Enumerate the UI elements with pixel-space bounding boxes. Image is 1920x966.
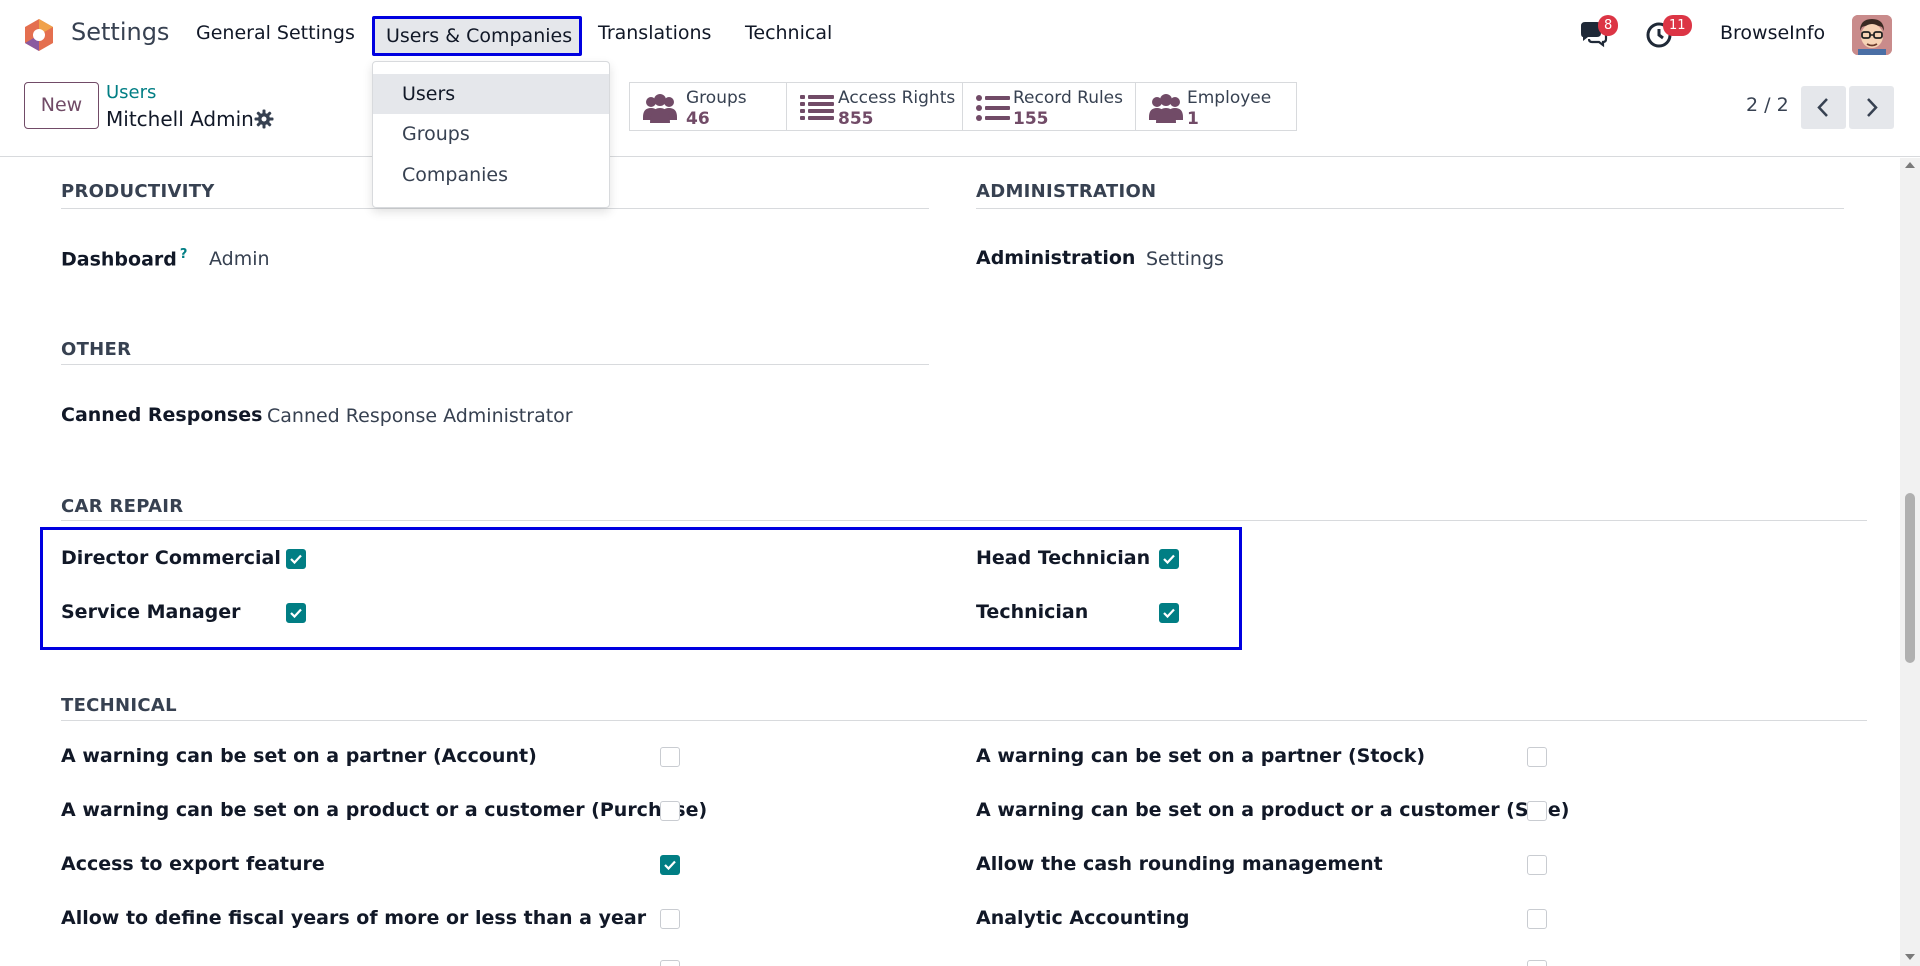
- administration-label: Administration: [976, 247, 1136, 269]
- new-button[interactable]: New: [24, 82, 99, 129]
- help-tooltip-icon[interactable]: ?: [180, 247, 188, 262]
- list-icon: [800, 95, 834, 120]
- technical-field-label: Analytic Accounting: [976, 907, 1190, 929]
- divider: [61, 520, 1867, 521]
- technician-label: Technician: [976, 601, 1089, 623]
- technical-field-checkbox[interactable]: [660, 960, 680, 966]
- divider: [61, 720, 1867, 721]
- chevron-right-icon: [1867, 98, 1878, 117]
- users-icon: [1149, 94, 1183, 123]
- technical-field-label: Allow the cash rounding management: [976, 853, 1383, 875]
- company-switcher[interactable]: BrowseInfo: [1720, 22, 1825, 44]
- technical-field-checkbox[interactable]: [1527, 960, 1547, 966]
- breadcrumb-users[interactable]: Users: [106, 82, 156, 103]
- menu-users-companies[interactable]: Users & Companies: [372, 16, 582, 56]
- smart-buttons: Groups 46 Access Rights 855 Record Rules…: [629, 82, 1297, 131]
- pager-next-button[interactable]: [1849, 86, 1894, 129]
- dashboard-label: Dashboard?: [61, 247, 187, 270]
- user-avatar[interactable]: [1852, 15, 1892, 55]
- technician-checkbox[interactable]: [1159, 603, 1179, 623]
- pager-counter[interactable]: 2 / 2: [1746, 94, 1789, 116]
- checkmark-icon: [1163, 554, 1175, 565]
- dashboard-value[interactable]: Admin: [209, 248, 270, 270]
- technical-field-checkbox[interactable]: [660, 747, 680, 767]
- smart-button-groups-label: Groups: [686, 88, 747, 108]
- administration-value[interactable]: Settings: [1146, 248, 1224, 270]
- car-repair-highlight: [40, 527, 1242, 650]
- dropdown-item-users[interactable]: Users: [373, 74, 609, 114]
- director-commercial-label: Director Commercial: [61, 547, 281, 569]
- head-technician-checkbox[interactable]: [1159, 549, 1179, 569]
- technical-field-checkbox[interactable]: [660, 855, 680, 875]
- control-panel: New Users Mitchell Admin Groups 46 Acces…: [0, 69, 1920, 157]
- section-title-other: OTHER: [61, 339, 132, 360]
- technical-field-checkbox[interactable]: [660, 909, 680, 929]
- divider: [61, 364, 929, 365]
- technical-field-checkbox[interactable]: [1527, 801, 1547, 821]
- checkmark-icon: [664, 860, 676, 871]
- technical-field-label: Access to export feature: [61, 853, 325, 875]
- menu-technical[interactable]: Technical: [745, 22, 832, 44]
- canned-responses-value[interactable]: Canned Response Administrator: [267, 405, 573, 427]
- scrollbar[interactable]: [1900, 158, 1920, 966]
- smart-button-record-rules-value: 155: [1013, 109, 1049, 129]
- technical-field-checkbox[interactable]: [1527, 855, 1547, 875]
- smart-button-groups-value: 46: [686, 109, 710, 129]
- menu-users-companies-label: Users & Companies: [386, 25, 573, 47]
- form-content: PRODUCTIVITY Dashboard? Admin ADMINISTRA…: [0, 158, 1900, 966]
- menu-general-settings[interactable]: General Settings: [196, 22, 355, 44]
- technical-field-checkbox[interactable]: [660, 801, 680, 821]
- smart-button-record-rules-label: Record Rules: [1013, 88, 1124, 108]
- activities-badge: 11: [1663, 15, 1692, 36]
- smart-button-access-rights[interactable]: Access Rights 855: [787, 83, 963, 130]
- record-name: Mitchell Admin: [106, 107, 254, 131]
- technical-field-checkbox[interactable]: [1527, 909, 1547, 929]
- divider: [976, 208, 1844, 209]
- smart-button-employee-value: 1: [1187, 109, 1199, 129]
- scrollbar-thumb[interactable]: [1905, 493, 1915, 663]
- technical-field-label: A warning can be set on a product or a c…: [976, 799, 1570, 821]
- technical-field-label: Allow to define fiscal years of more or …: [61, 907, 647, 929]
- section-title-productivity: PRODUCTIVITY: [61, 181, 215, 202]
- canned-responses-label: Canned Responses: [61, 404, 263, 426]
- chevron-left-icon: [1817, 98, 1828, 117]
- section-title-car-repair: CAR REPAIR: [61, 496, 184, 517]
- technical-field-label: A warning can be set on a product or a c…: [61, 799, 708, 821]
- section-title-technical: TECHNICAL: [61, 695, 177, 716]
- director-commercial-checkbox[interactable]: [286, 549, 306, 569]
- smart-button-access-rights-value: 855: [838, 109, 874, 129]
- scroll-down-arrow-icon[interactable]: [1905, 954, 1915, 960]
- smart-button-access-rights-label: Access Rights: [838, 88, 956, 108]
- checkmark-icon: [290, 608, 302, 619]
- settings-app-logo-icon[interactable]: [21, 17, 57, 53]
- checkmark-icon: [1163, 608, 1175, 619]
- technical-field-label: A warning can be set on a partner (Stock…: [976, 745, 1426, 767]
- head-technician-label: Head Technician: [976, 547, 1151, 569]
- service-manager-checkbox[interactable]: [286, 603, 306, 623]
- messages-badge: 8: [1598, 15, 1619, 36]
- checkmark-icon: [290, 554, 302, 565]
- top-navbar: Settings General Settings Users & Compan…: [0, 0, 1920, 69]
- technical-field-label: A warning can be set on a partner (Accou…: [61, 745, 537, 767]
- menu-translations[interactable]: Translations: [598, 22, 711, 44]
- pager-previous-button[interactable]: [1801, 86, 1846, 129]
- section-title-administration: ADMINISTRATION: [976, 181, 1157, 202]
- service-manager-label: Service Manager: [61, 601, 241, 623]
- app-title[interactable]: Settings: [71, 18, 169, 46]
- users-companies-dropdown: Users Groups Companies: [372, 61, 610, 208]
- gear-icon[interactable]: [254, 109, 274, 129]
- dropdown-item-groups[interactable]: Groups: [373, 114, 609, 154]
- smart-button-record-rules[interactable]: Record Rules 155: [963, 83, 1136, 130]
- dropdown-item-companies[interactable]: Companies: [373, 155, 609, 195]
- smart-button-employee-label: Employee: [1187, 88, 1272, 108]
- scroll-up-arrow-icon[interactable]: [1905, 162, 1915, 168]
- smart-button-groups[interactable]: Groups 46: [630, 83, 787, 130]
- users-icon: [643, 94, 677, 123]
- technical-field-checkbox[interactable]: [1527, 747, 1547, 767]
- list-icon: [976, 95, 1010, 121]
- dashboard-label-text: Dashboard: [61, 248, 177, 271]
- divider: [61, 208, 929, 209]
- smart-button-employee[interactable]: Employee 1: [1136, 83, 1296, 130]
